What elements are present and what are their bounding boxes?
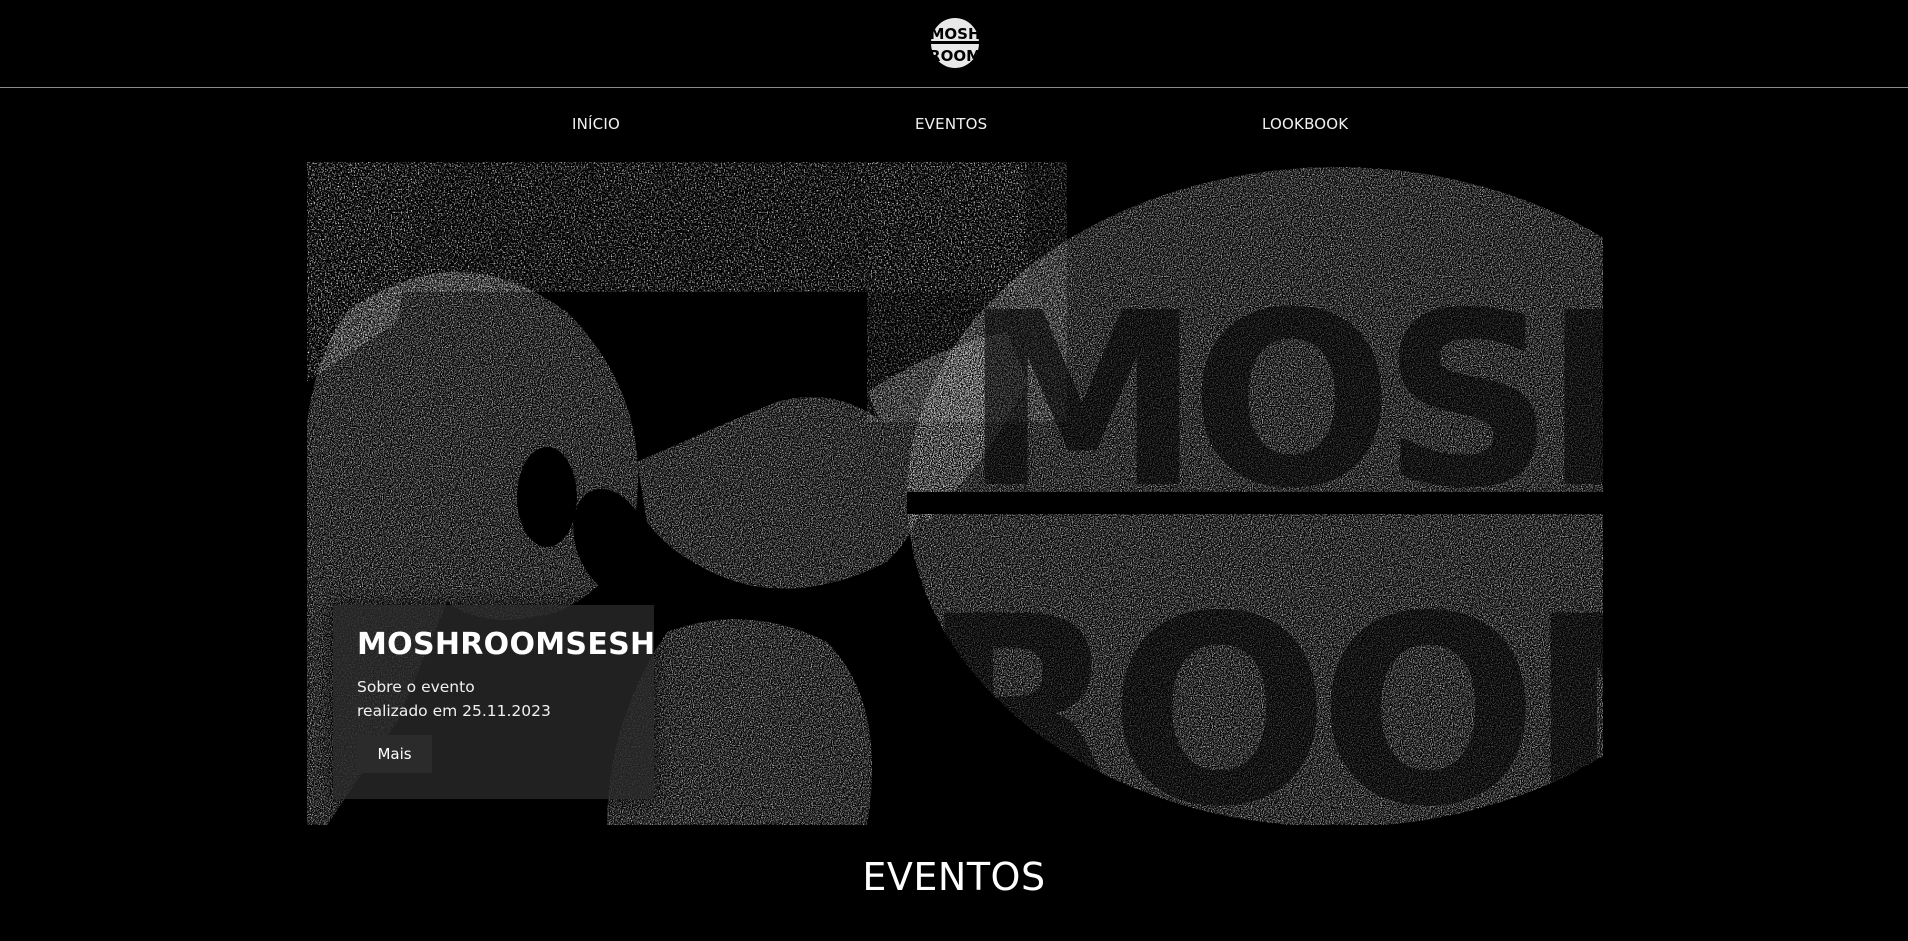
event-card: MOSHROOMSESH Sobre o evento realizado em… [333, 605, 656, 799]
moshroom-logo-icon[interactable]: MOSH ROOM [930, 17, 980, 69]
more-button[interactable]: Mais [357, 735, 432, 773]
nav-item-lookbook[interactable]: LOOKBOOK [1262, 115, 1348, 133]
logo-text-bottom: ROOM [930, 47, 980, 65]
event-title: MOSHROOMSESH [357, 627, 656, 662]
nav-item-eventos[interactable]: EVENTOS [915, 115, 987, 133]
hero-image-text-bottom: ROOM [921, 562, 1604, 825]
event-date: realizado em 25.11.2023 [357, 702, 551, 720]
events-section-title: EVENTOS [862, 855, 1046, 899]
nav-item-inicio[interactable]: INÍCIO [572, 115, 620, 133]
hero-image-text-top: MOSH [963, 261, 1603, 541]
site-header: MOSH ROOM [0, 0, 1908, 88]
event-subtitle: Sobre o evento [357, 678, 475, 696]
logo-text-top: MOSH [930, 25, 980, 43]
main-nav: INÍCIO EVENTOS LOOKBOOK [0, 115, 1908, 135]
